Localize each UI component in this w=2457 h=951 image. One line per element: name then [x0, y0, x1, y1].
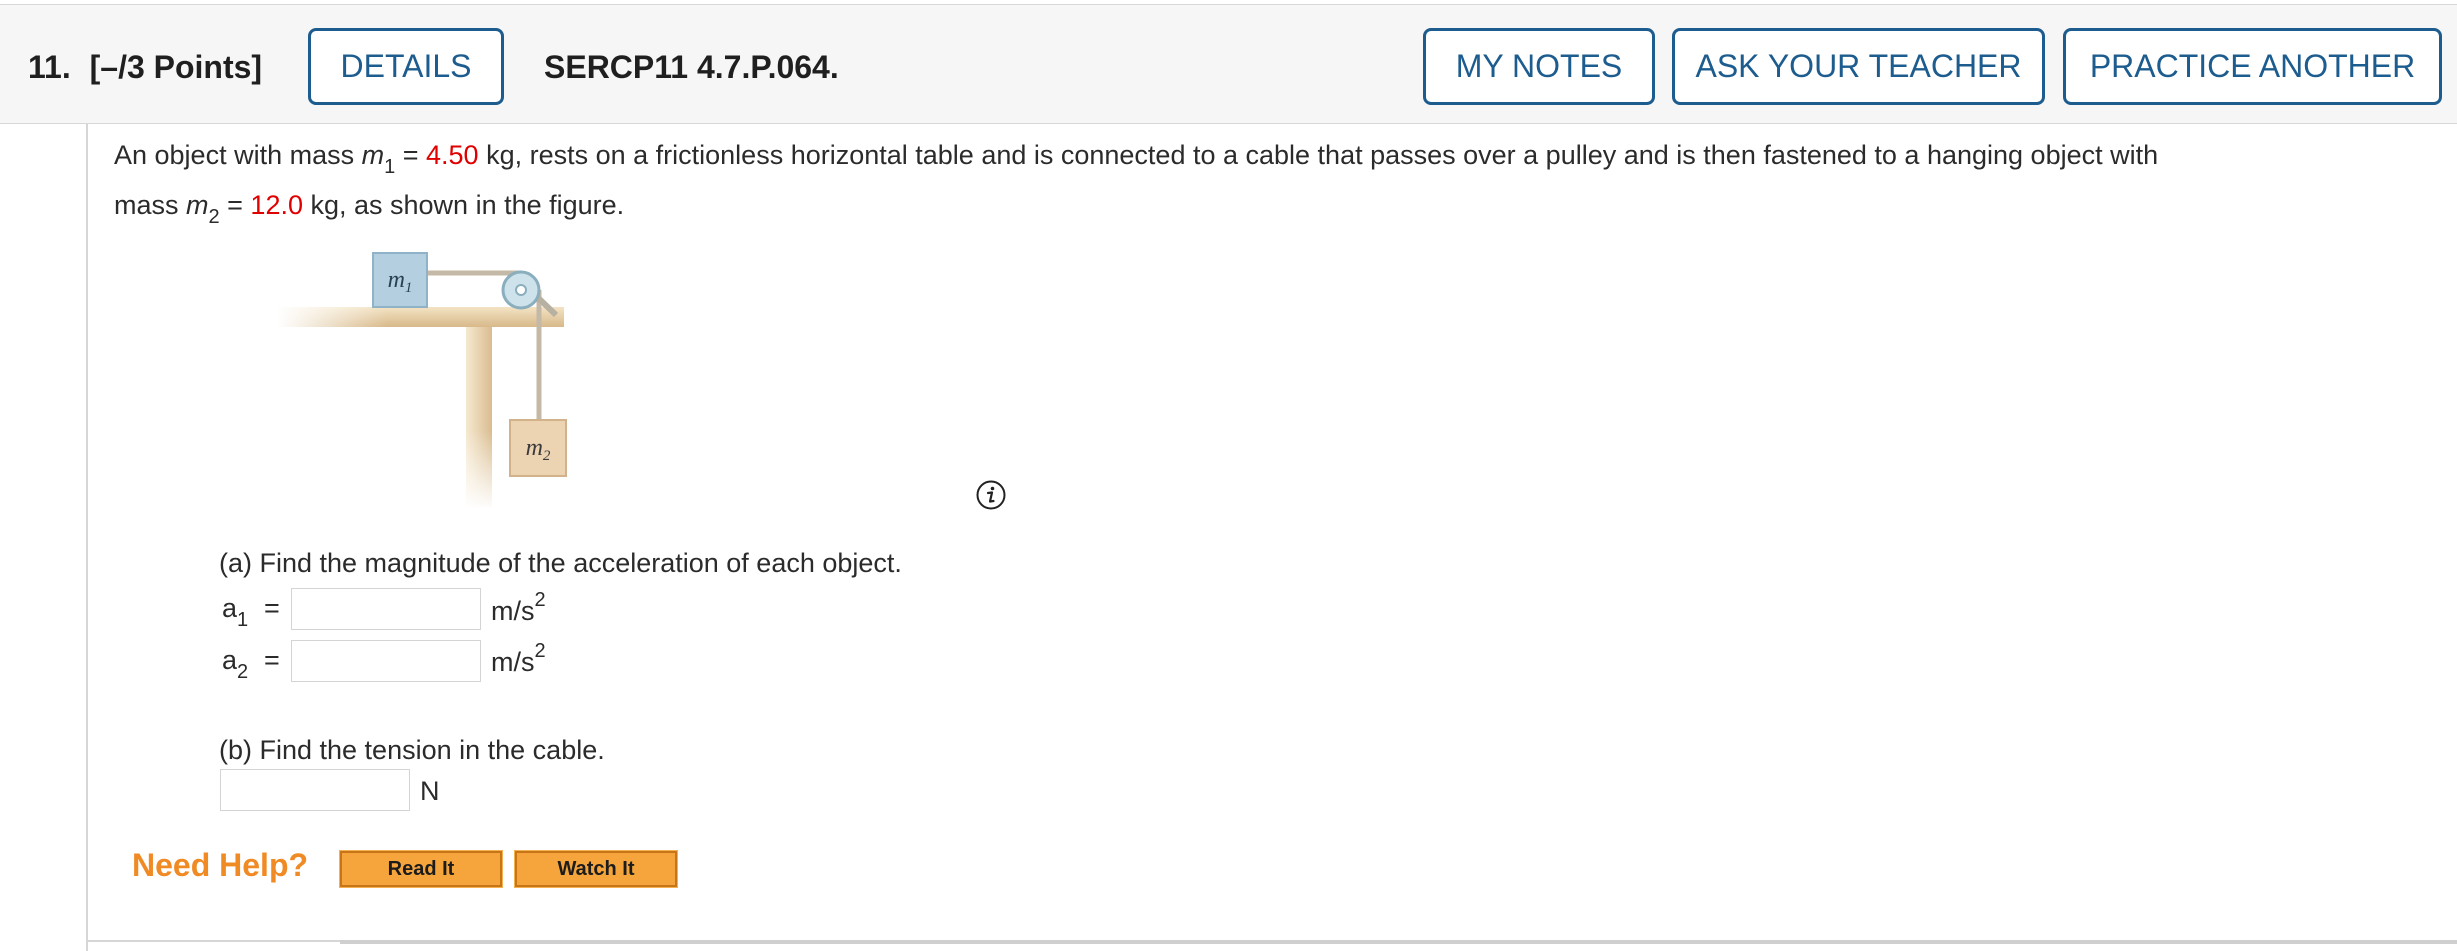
- question-points: [–/3 Points]: [89, 49, 263, 85]
- m1-symbol: m: [361, 140, 385, 170]
- need-help-title: Need Help?: [132, 847, 309, 883]
- a1-subscript: 1: [237, 609, 249, 631]
- m1-value: 4.50: [426, 140, 479, 170]
- question-number: 11.: [28, 49, 71, 85]
- a2-equals: =: [264, 645, 280, 675]
- practice-another-button[interactable]: PRACTICE ANOTHER: [2063, 28, 2442, 105]
- m2-subscript: 2: [208, 206, 220, 228]
- unit-text: m/s: [491, 596, 535, 626]
- ask-your-teacher-button[interactable]: ASK YOUR TEACHER: [1672, 28, 2045, 105]
- a1-unit: m/s2: [491, 589, 546, 627]
- problem-line-2: mass m2 = 12.0 kg, as shown in the figur…: [114, 190, 625, 228]
- a1-input[interactable]: [291, 588, 481, 630]
- tension-unit: N: [420, 776, 440, 806]
- a2-subscript: 2: [237, 661, 249, 683]
- a2-symbol: a: [222, 645, 238, 675]
- problem-text: mass: [114, 190, 187, 220]
- a2-label: a2: [222, 645, 248, 683]
- part-b-prompt: (b) Find the tension in the cable.: [219, 735, 605, 765]
- pulley-figure: m1 m2: [278, 252, 567, 510]
- a2-unit: m/s2: [491, 640, 546, 678]
- m2-symbol: m: [186, 190, 209, 220]
- info-icon[interactable]: [975, 479, 1007, 511]
- question-code: SERCP11 4.7.P.064.: [544, 49, 839, 85]
- question-header: 11. [–/3 Points] DETAILS SERCP11 4.7.P.0…: [0, 4, 2457, 124]
- a2-input[interactable]: [291, 640, 481, 682]
- read-it-button[interactable]: Read It: [339, 850, 503, 888]
- a1-equals: =: [264, 593, 280, 623]
- equals-sign: =: [395, 140, 427, 170]
- unit-superscript: 2: [534, 640, 546, 662]
- details-button[interactable]: DETAILS: [308, 28, 504, 105]
- watch-it-button[interactable]: Watch It: [514, 850, 678, 888]
- bottom-divider: [340, 940, 2457, 944]
- problem-text: An object with mass: [114, 140, 362, 170]
- problem-line-1: An object with mass m1 = 4.50 kg, rests …: [114, 140, 2159, 178]
- content-left-border: [86, 124, 88, 951]
- question-number-points: 11. [–/3 Points]: [28, 49, 262, 86]
- problem-text: kg, as shown in the figure.: [302, 190, 625, 220]
- problem-text: kg, rests on a frictionless horizontal t…: [478, 140, 2159, 170]
- a1-label: a1: [222, 593, 248, 631]
- m2-value: 12.0: [250, 190, 303, 220]
- part-a-prompt: (a) Find the magnitude of the accelerati…: [219, 548, 902, 578]
- m1-subscript: 1: [384, 156, 396, 178]
- my-notes-button[interactable]: MY NOTES: [1423, 28, 1655, 105]
- unit-superscript: 2: [534, 589, 546, 611]
- equals-sign: =: [219, 190, 251, 220]
- tension-input[interactable]: [220, 769, 410, 811]
- unit-text: m/s: [491, 647, 535, 677]
- a1-symbol: a: [222, 593, 238, 623]
